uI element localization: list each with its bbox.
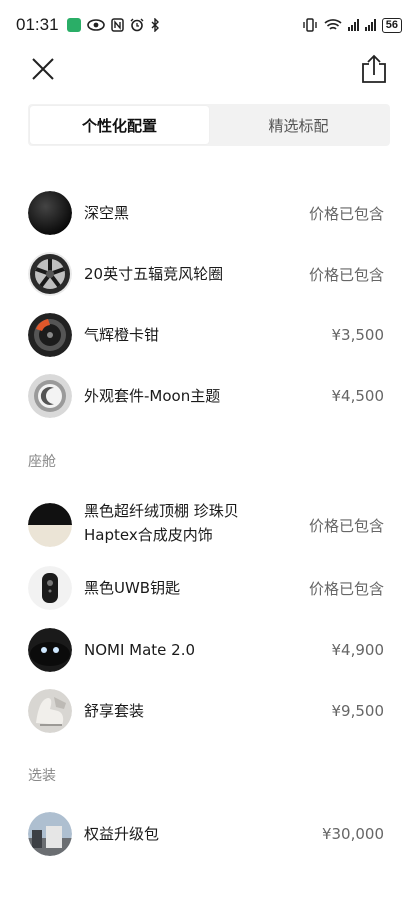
item-price: ¥4,500 — [331, 387, 385, 405]
comfort-seat-icon — [28, 689, 72, 733]
item-name: 外观套件-Moon主题 — [84, 387, 221, 405]
item-name: NOMI Mate 2.0 — [84, 641, 196, 659]
signal-icon — [347, 19, 359, 31]
bluetooth-icon — [151, 18, 159, 32]
list-item[interactable]: 黑色UWB钥匙 价格已包含 — [0, 560, 418, 616]
interior-trim-icon — [28, 503, 72, 547]
list-item[interactable]: 20英寸五辐竞风轮圈 价格已包含 — [0, 246, 418, 302]
list-item[interactable]: 外观套件-Moon主题 ¥4,500 — [0, 368, 418, 424]
vibrate-icon — [303, 18, 317, 32]
status-time: 01:31 — [16, 15, 59, 34]
list-item[interactable]: 深空黑 价格已包含 — [0, 185, 418, 241]
top-actions — [0, 52, 418, 88]
item-price: ¥30,000 — [321, 825, 384, 843]
wifi-icon — [324, 19, 342, 30]
item-name: 气辉橙卡钳 — [84, 326, 160, 344]
wechat-icon — [66, 18, 81, 32]
item-name-line1: 黑色超纤绒顶棚 珍珠贝 — [84, 502, 239, 520]
close-icon[interactable] — [30, 56, 56, 82]
item-name: 黑色UWB钥匙 — [84, 579, 181, 597]
list-item[interactable]: 舒享套装 ¥9,500 — [0, 683, 418, 739]
nomi-mate-icon — [28, 628, 72, 672]
tab-standard[interactable]: 精选标配 — [209, 106, 388, 144]
list-item[interactable]: NOMI Mate 2.0 ¥4,900 — [0, 622, 418, 678]
config-tabs: 个性化配置 精选标配 — [28, 104, 390, 146]
list-item[interactable]: 黑色超纤绒顶棚 珍珠贝 Haptex合成皮内饰 价格已包含 — [0, 495, 418, 555]
signal-icon-2 — [364, 19, 376, 31]
battery-indicator: 56 — [381, 17, 402, 33]
list-item[interactable]: 权益升级包 ¥30,000 — [0, 806, 418, 862]
section-title-cabin: 座舱 — [28, 454, 56, 470]
section-title-options: 选装 — [28, 768, 56, 784]
item-price: ¥3,500 — [331, 326, 385, 344]
alarm-icon — [130, 18, 144, 32]
item-price: ¥9,500 — [331, 702, 385, 720]
item-name: 权益升级包 — [84, 825, 160, 843]
moon-theme-kit-icon — [28, 374, 72, 418]
eye-icon — [86, 19, 105, 31]
item-name: 20英寸五辐竞风轮圈 — [84, 265, 224, 283]
black-paint-swatch-icon — [28, 191, 72, 235]
item-name-line2: Haptex合成皮内饰 — [84, 526, 213, 544]
config-list[interactable]: 深空黑 价格已包含 20英寸五辐竞风轮圈 价格已包含 气辉橙卡钳 ¥3,500 — [0, 148, 418, 900]
status-left-icons — [66, 18, 160, 32]
item-name: 深空黑 — [84, 204, 130, 222]
item-price: 价格已包含 — [308, 516, 384, 535]
tab-personalized[interactable]: 个性化配置 — [30, 106, 209, 144]
list-item[interactable]: 气辉橙卡钳 ¥3,500 — [0, 307, 418, 363]
benefit-package-icon — [28, 812, 72, 856]
item-price: 价格已包含 — [308, 204, 384, 223]
item-price: 价格已包含 — [308, 265, 384, 284]
share-icon[interactable] — [360, 54, 388, 84]
nfc-icon — [110, 18, 124, 32]
status-right-icons: 56 — [302, 17, 402, 33]
item-name: 舒享套装 — [84, 702, 145, 720]
uwb-key-icon — [28, 566, 72, 610]
item-price: 价格已包含 — [308, 579, 384, 598]
status-bar: 01:31 56 — [0, 0, 418, 50]
wheel-rim-icon — [28, 252, 72, 296]
item-price: ¥4,900 — [331, 641, 385, 659]
orange-caliper-icon — [28, 313, 72, 357]
